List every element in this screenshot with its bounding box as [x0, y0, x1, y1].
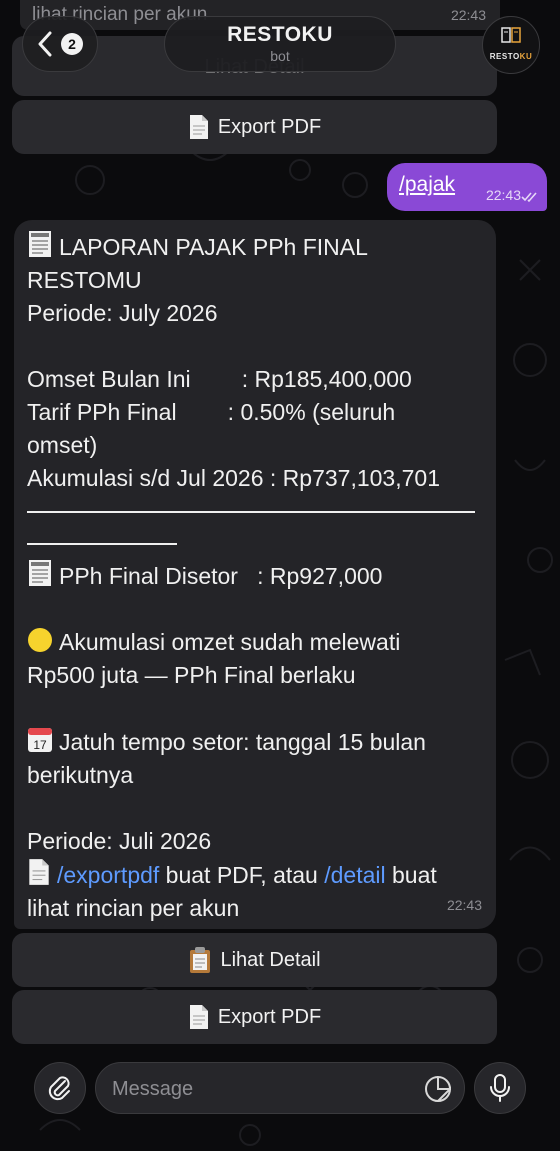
report-due: Jatuh tempo setor: tanggal 15 bulan	[59, 729, 426, 755]
report-title-line: LAPORAN PAJAK PPh FINAL	[27, 230, 482, 264]
chat-name: RESTOKU	[227, 23, 333, 46]
calendar-icon: 17	[28, 728, 52, 752]
restaurant-logo-icon	[501, 27, 521, 43]
top-export-pdf-label: Export PDF	[217, 115, 322, 138]
detail-button[interactable]: Lihat Detail	[12, 933, 497, 987]
exportpdf-command-link[interactable]: /exportpdf	[57, 862, 159, 888]
previous-message-time: 22:43	[450, 7, 486, 23]
detail-button-label: Lihat Detail	[220, 948, 321, 971]
receipt-icon	[29, 560, 51, 586]
incoming-report-message: LAPORAN PAJAK PPh FINAL RESTOMU Periode:…	[14, 220, 496, 929]
clipboard-icon	[190, 947, 211, 973]
export-pdf-button-label: Export PDF	[217, 1005, 322, 1028]
microphone-button[interactable]	[474, 1062, 526, 1114]
report-pph-disetor: PPh Final Disetor : Rp927,000	[59, 563, 383, 589]
report-period: Periode: July 2026	[27, 300, 218, 326]
document-icon	[189, 1005, 208, 1029]
commands-text-end: buat	[385, 862, 437, 888]
unread-count-badge: 2	[61, 33, 83, 55]
document-icon	[29, 859, 49, 885]
sticker-icon[interactable]	[424, 1075, 452, 1103]
document-icon	[189, 115, 208, 139]
report-title: LAPORAN PAJAK PPh FINAL	[59, 234, 368, 260]
incoming-message-time: 22:43	[446, 897, 482, 913]
detail-command-link[interactable]: /detail	[324, 862, 385, 888]
message-input[interactable]	[110, 1063, 414, 1115]
back-chevron-icon	[38, 31, 52, 57]
report-title-2: RESTOMU	[27, 267, 142, 293]
microphone-icon	[490, 1074, 510, 1102]
attach-button[interactable]	[34, 1062, 86, 1114]
message-input-box[interactable]	[95, 1062, 465, 1115]
report-omset: Omset Bulan Ini : Rp185,400,000	[27, 366, 412, 392]
report-notice-2: Rp500 juta — PPh Final berlaku	[27, 662, 356, 688]
report-pph-line: PPh Final Disetor : Rp927,000	[27, 559, 482, 593]
outgoing-message-text[interactable]: /pajak	[399, 173, 455, 196]
report-tarif: Tarif PPh Final : 0.50% (seluruh	[27, 399, 396, 425]
report-commands-line: /exportpdf buat PDF, atau /detail buat	[27, 858, 482, 892]
report-tarif-2: omset)	[27, 432, 98, 458]
report-commands-2: lihat rincian per akun	[27, 895, 240, 921]
back-button[interactable]: 2	[22, 16, 98, 72]
outgoing-message[interactable]: /pajak 22:43	[387, 163, 547, 211]
report-due-2: berikutnya	[27, 762, 134, 788]
double-check-icon	[521, 192, 537, 203]
commands-text-mid: buat PDF, atau	[159, 862, 325, 888]
yellow-circle-icon	[28, 628, 52, 652]
chat-subtitle: bot	[270, 48, 290, 64]
avatar-label-a: RESTO	[489, 52, 520, 61]
paperclip-icon	[48, 1076, 70, 1101]
report-akumulasi: Akumulasi s/d Jul 2026 : Rp737,103,701	[27, 465, 440, 491]
chat-title[interactable]: RESTOKU bot	[164, 16, 396, 72]
report-notice: Akumulasi omzet sudah melewati	[59, 629, 401, 655]
receipt-icon	[29, 231, 51, 257]
avatar[interactable]: RESTOKU	[482, 16, 540, 74]
report-notice-line: Akumulasi omzet sudah melewati	[27, 626, 482, 659]
avatar-label-b: KU	[519, 52, 533, 61]
report-period-footer: Periode: Juli 2026	[27, 828, 212, 854]
svg-text:17: 17	[33, 738, 47, 752]
avatar-label: RESTOKU	[483, 52, 539, 61]
top-export-pdf-button[interactable]: Export PDF	[12, 100, 497, 154]
export-pdf-button[interactable]: Export PDF	[12, 990, 497, 1044]
report-due-line: 17 Jatuh tempo setor: tanggal 15 bulan	[27, 725, 482, 759]
chat-header: lihat rincian per akun 22:43 Lihat Detai…	[0, 0, 560, 96]
outgoing-message-time: 22:43	[485, 187, 521, 203]
divider-line	[27, 511, 475, 513]
